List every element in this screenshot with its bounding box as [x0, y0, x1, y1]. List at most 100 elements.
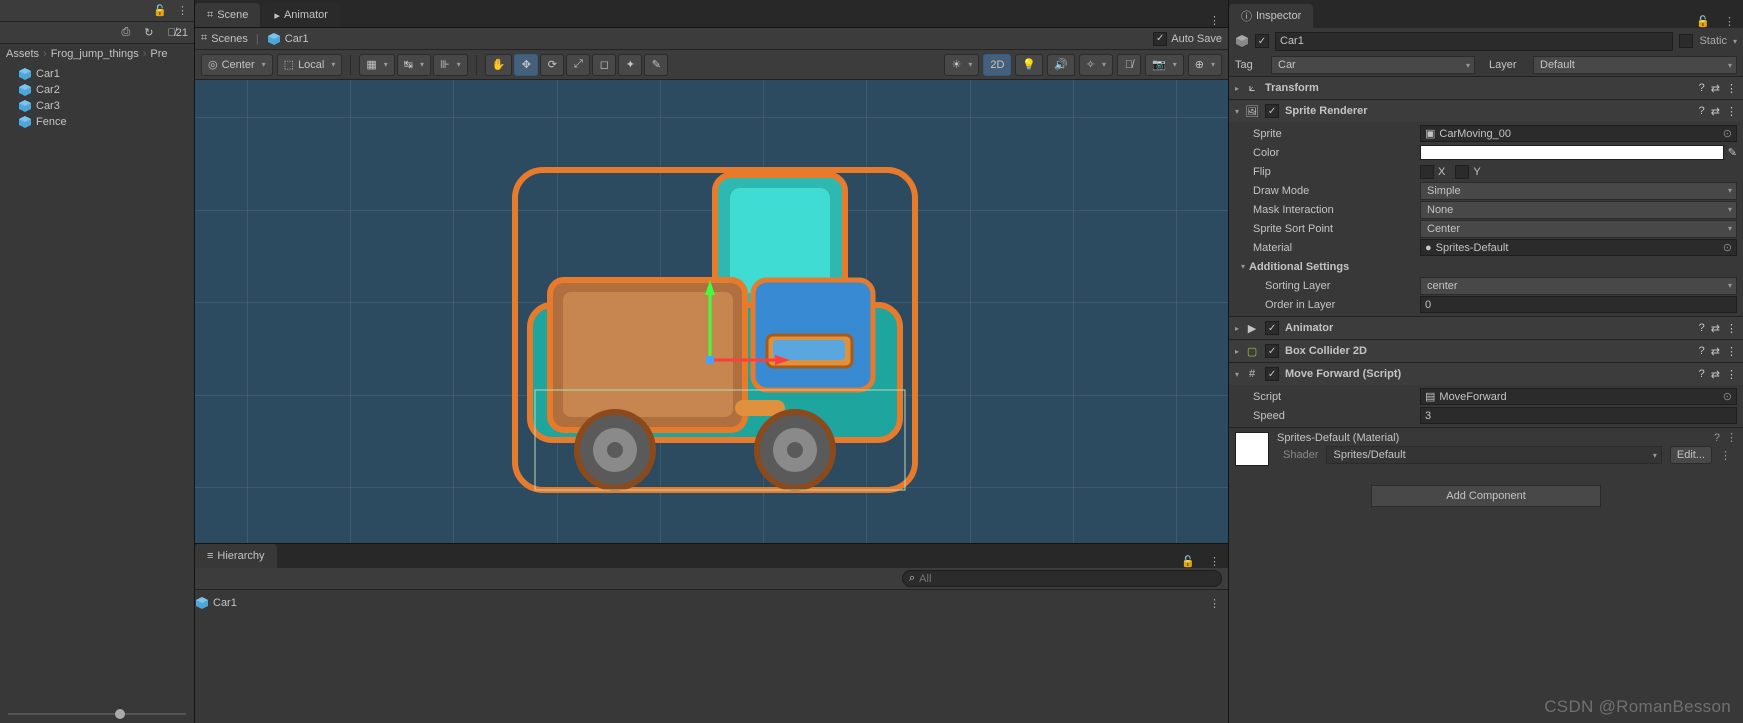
- breadcrumb-item[interactable]: Assets: [6, 48, 39, 60]
- edit-shader-button[interactable]: Edit...: [1670, 446, 1712, 464]
- flip-y-checkbox[interactable]: [1455, 165, 1469, 179]
- static-dropdown-icon[interactable]: ▾: [1733, 37, 1737, 46]
- layer-dropdown[interactable]: Default: [1533, 56, 1737, 74]
- additional-settings-label[interactable]: Additional Settings: [1245, 261, 1430, 273]
- add-component-button[interactable]: Add Component: [1371, 485, 1601, 507]
- lock-icon[interactable]: 🔓: [153, 4, 167, 17]
- pivot-dropdown[interactable]: ◎Center: [201, 54, 273, 76]
- hierarchy-item-car1[interactable]: Car1 ⋮: [195, 594, 1228, 612]
- item-menu-icon[interactable]: ⋮: [1209, 597, 1228, 610]
- preset-icon[interactable]: ⇄: [1711, 82, 1720, 95]
- transform-header[interactable]: ▸ ⟀ Transform ?⇄⋮: [1229, 77, 1743, 99]
- save-icon[interactable]: ⎙: [121, 26, 130, 39]
- 2d-toggle[interactable]: 2D: [983, 54, 1011, 76]
- gizmos-icon[interactable]: ⊕: [1188, 54, 1222, 76]
- scene-viewport[interactable]: [195, 80, 1228, 543]
- mask-dropdown[interactable]: None: [1420, 201, 1737, 219]
- menu-icon[interactable]: ⋮: [1726, 345, 1737, 358]
- scenes-label[interactable]: Scenes: [211, 33, 248, 45]
- scene-current-object[interactable]: Car1: [285, 33, 309, 45]
- hidden-layers-icon[interactable]: 👁̸21: [168, 27, 189, 39]
- hierarchy-search[interactable]: ⌕: [902, 570, 1222, 587]
- material-field[interactable]: ●Sprites-Default⊙: [1420, 239, 1737, 256]
- active-checkbox[interactable]: [1255, 34, 1269, 48]
- project-breadcrumb[interactable]: Assets› Frog_jump_things› Pre: [0, 44, 194, 64]
- fx-icon[interactable]: ✧: [1079, 54, 1113, 76]
- snap-increment-icon[interactable]: ↹: [397, 54, 431, 76]
- project-item-car2[interactable]: Car2: [0, 82, 194, 98]
- menu-icon[interactable]: ⋮: [1720, 449, 1731, 462]
- lock-icon[interactable]: 🔓: [1690, 15, 1716, 28]
- tag-dropdown[interactable]: Car: [1271, 56, 1475, 74]
- sprite-field[interactable]: ▣CarMoving_00⊙: [1420, 125, 1737, 142]
- preset-icon[interactable]: ⇄: [1711, 322, 1720, 335]
- project-item-car1[interactable]: Car1: [0, 66, 194, 82]
- grid-snap-icon[interactable]: ▦: [359, 54, 394, 76]
- help-icon[interactable]: ?: [1699, 368, 1705, 381]
- refresh-icon[interactable]: ↻: [144, 26, 153, 39]
- panel-menu-icon[interactable]: ⋮: [1716, 15, 1743, 28]
- sprite-renderer-enabled[interactable]: [1265, 104, 1279, 118]
- help-icon[interactable]: ?: [1714, 432, 1720, 444]
- menu-icon[interactable]: ⋮: [1726, 105, 1737, 118]
- autosave-checkbox[interactable]: [1153, 32, 1167, 46]
- static-checkbox[interactable]: [1679, 34, 1693, 48]
- lock-icon[interactable]: 🔓: [1175, 555, 1201, 568]
- flip-x-checkbox[interactable]: [1420, 165, 1434, 179]
- car-sprite[interactable]: [505, 160, 925, 500]
- preset-icon[interactable]: ⇄: [1711, 345, 1720, 358]
- project-item-car3[interactable]: Car3: [0, 98, 194, 114]
- autosave-toggle[interactable]: Auto Save: [1153, 32, 1222, 46]
- menu-icon[interactable]: ⋮: [1726, 82, 1737, 95]
- tab-animator[interactable]: ▸Animator: [262, 3, 340, 27]
- sorting-layer-dropdown[interactable]: center: [1420, 277, 1737, 295]
- camera-icon[interactable]: 📷: [1145, 54, 1184, 76]
- tab-hierarchy[interactable]: ≡Hierarchy: [195, 544, 277, 568]
- preset-icon[interactable]: ⇄: [1711, 105, 1720, 118]
- debug-draw-icon[interactable]: ☀: [944, 54, 979, 76]
- help-icon[interactable]: ?: [1699, 105, 1705, 118]
- tab-scene[interactable]: ⌗Scene: [195, 3, 260, 27]
- breadcrumb-item[interactable]: Frog_jump_things: [51, 48, 139, 60]
- audio-icon[interactable]: 🔊: [1047, 54, 1075, 76]
- scene-tab-menu-icon[interactable]: ⋮: [1201, 14, 1228, 27]
- box-collider-header[interactable]: ▸ ▢ Box Collider 2D ?⇄⋮: [1229, 340, 1743, 362]
- speed-field[interactable]: 3: [1420, 407, 1737, 424]
- rotate-tool-icon[interactable]: ⟳: [540, 54, 564, 76]
- draw-mode-dropdown[interactable]: Simple: [1420, 182, 1737, 200]
- material-preview[interactable]: [1235, 432, 1269, 466]
- move-forward-header[interactable]: ▾ # Move Forward (Script) ?⇄⋮: [1229, 363, 1743, 385]
- object-picker-icon[interactable]: ⊙: [1723, 127, 1732, 140]
- color-field[interactable]: [1420, 145, 1724, 160]
- custom-tool-icon[interactable]: ✎: [644, 54, 668, 76]
- preset-icon[interactable]: ⇄: [1711, 368, 1720, 381]
- space-dropdown[interactable]: ⬚Local: [277, 54, 343, 76]
- panel-menu-icon[interactable]: ⋮: [177, 4, 188, 17]
- transform-tool-icon[interactable]: ✦: [618, 54, 642, 76]
- object-name-field[interactable]: Car1: [1275, 32, 1673, 51]
- animator-enabled[interactable]: [1265, 321, 1279, 335]
- script-enabled[interactable]: [1265, 367, 1279, 381]
- help-icon[interactable]: ?: [1699, 345, 1705, 358]
- hand-tool-icon[interactable]: ✋: [485, 54, 513, 76]
- snap-settings-icon[interactable]: ⊪: [433, 54, 468, 76]
- scale-tool-icon[interactable]: ⤢: [566, 54, 590, 76]
- order-in-layer-field[interactable]: 0: [1420, 296, 1737, 313]
- project-zoom-slider[interactable]: [0, 705, 194, 723]
- object-picker-icon[interactable]: ⊙: [1723, 241, 1732, 254]
- menu-icon[interactable]: ⋮: [1726, 431, 1737, 444]
- tab-inspector[interactable]: ⓘInspector: [1229, 4, 1313, 28]
- project-item-fence[interactable]: Fence: [0, 114, 194, 130]
- sprite-renderer-header[interactable]: ▾ 🖼 Sprite Renderer ?⇄⋮: [1229, 100, 1743, 122]
- animator-header[interactable]: ▸ ▶ Animator ?⇄⋮: [1229, 317, 1743, 339]
- hierarchy-search-input[interactable]: [919, 573, 1215, 585]
- eyedropper-icon[interactable]: ✎: [1728, 146, 1737, 159]
- lighting-icon[interactable]: 💡: [1015, 54, 1043, 76]
- breadcrumb-item[interactable]: Pre: [150, 48, 167, 60]
- menu-icon[interactable]: ⋮: [1726, 322, 1737, 335]
- sort-point-dropdown[interactable]: Center: [1420, 220, 1737, 238]
- hidden-objects-icon[interactable]: 👁̸: [1117, 54, 1141, 76]
- help-icon[interactable]: ?: [1699, 322, 1705, 335]
- shader-dropdown[interactable]: Sprites/Default: [1326, 446, 1661, 464]
- move-tool-icon[interactable]: ✥: [514, 54, 538, 76]
